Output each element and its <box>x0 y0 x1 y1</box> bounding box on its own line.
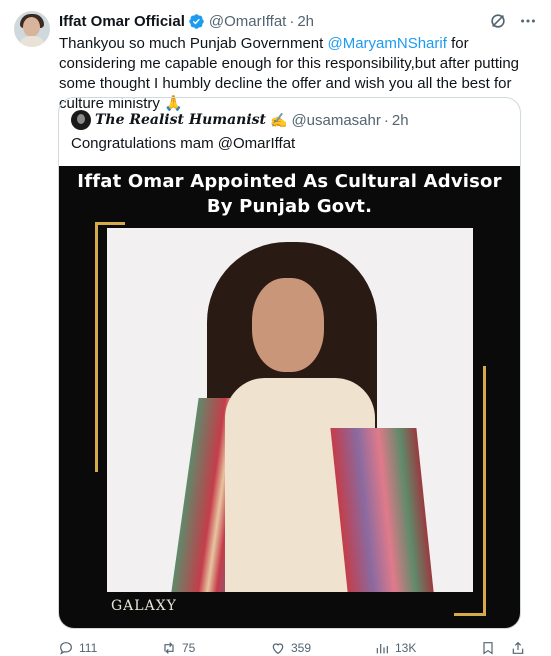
mention-link[interactable]: @MaryamNSharif <box>327 35 446 52</box>
bookmark-icon <box>483 642 493 655</box>
quoted-tweet-image[interactable]: Iffat Omar Appointed As Cultural Advisor… <box>59 166 520 628</box>
quoted-author-name[interactable]: The Realist Humanist <box>95 112 266 128</box>
timestamp[interactable]: 2h <box>297 13 314 30</box>
quoted-avatar[interactable] <box>71 110 91 130</box>
more-icon[interactable] <box>517 11 539 31</box>
header-separator: · <box>289 12 295 30</box>
action-bar: 111 75 359 13K <box>58 640 538 656</box>
tweet[interactable]: Iffat Omar Official @OmarIffat · 2h Than… <box>0 0 551 656</box>
like-button[interactable]: 359 <box>270 640 311 656</box>
share-button[interactable] <box>510 640 526 656</box>
author-handle[interactable]: @OmarIffat <box>209 13 286 30</box>
avatar[interactable] <box>14 11 50 47</box>
views-icon <box>376 644 388 654</box>
image-title-line2: By Punjab Govt. <box>206 196 373 217</box>
quoted-timestamp[interactable]: 2h <box>392 112 409 129</box>
galaxy-watermark: GALAXY <box>111 598 177 614</box>
quoted-separator: · <box>383 111 389 129</box>
grok-icon[interactable] <box>487 11 509 31</box>
quoted-tweet[interactable]: The Realist Humanist ✍️ @usamasahr · 2h … <box>58 97 521 629</box>
frame-line-bottom <box>454 613 486 616</box>
frame-line-top <box>95 222 125 225</box>
portrait-photo <box>107 228 473 592</box>
views-button[interactable]: 13K <box>374 640 416 656</box>
repost-button[interactable]: 75 <box>161 640 195 656</box>
reply-button[interactable]: 111 <box>58 640 97 656</box>
writing-hand-icon: ✍️ <box>270 111 288 128</box>
quoted-tweet-header: The Realist Humanist ✍️ @usamasahr · 2h <box>71 110 409 130</box>
frame-line-left <box>95 222 98 472</box>
quoted-author-handle[interactable]: @usamasahr <box>291 112 380 129</box>
quoted-tweet-text: Congratulations mam @OmarIffat <box>71 135 296 152</box>
like-icon <box>272 643 284 655</box>
verified-badge-icon <box>188 13 205 30</box>
reply-icon <box>60 642 72 655</box>
bookmark-button[interactable] <box>480 640 496 656</box>
repost-icon <box>164 642 174 654</box>
share-icon <box>512 641 524 654</box>
author-name[interactable]: Iffat Omar Official <box>59 13 185 30</box>
frame-line-right <box>483 366 486 616</box>
tweet-header: Iffat Omar Official @OmarIffat · 2h <box>59 11 539 31</box>
image-title-line1: Iffat Omar Appointed As Cultural Advisor <box>77 171 502 192</box>
